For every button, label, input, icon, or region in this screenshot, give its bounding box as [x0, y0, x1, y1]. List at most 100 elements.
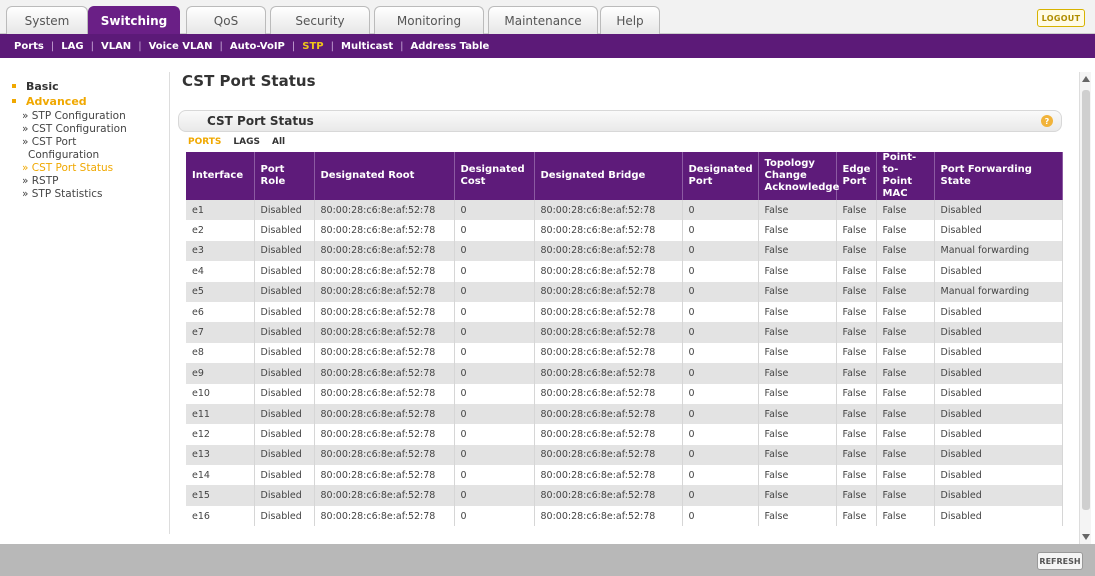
nav-basic[interactable]: Basic — [8, 80, 169, 93]
table-cell: e1 — [186, 200, 255, 221]
nav-cst-configuration[interactable]: » CST Configuration — [8, 123, 169, 136]
table-cell: False — [758, 220, 837, 241]
subnav-ports[interactable]: Ports — [14, 41, 44, 52]
subnav-lag[interactable]: LAG — [61, 41, 83, 52]
table-cell: Disabled — [254, 465, 315, 486]
table-row[interactable]: e1 Disabled 80:00:28:c6:8e:af:52:78 0 80:00:… — [186, 200, 1063, 221]
table-cell: 80:00:28:c6:8e:af:52:78 — [534, 200, 683, 221]
table-row[interactable]: e9 Disabled 80:00:28:c6:8e:af:52:78 0 80:00:… — [186, 363, 1063, 384]
table-cell: 80:00:28:c6:8e:af:52:78 — [314, 240, 455, 262]
tab-security[interactable]: Security — [270, 6, 370, 34]
scrollbar-thumb[interactable] — [1082, 90, 1090, 510]
table-row[interactable]: e16 Disabled 80:00:28:c6:8e:af:52:78 0 80:00… — [186, 505, 1063, 527]
table-cell: 0 — [682, 505, 759, 527]
table-cell: Disabled — [934, 363, 1063, 384]
table-cell: Disabled — [254, 424, 315, 445]
table-cell: Disabled — [934, 403, 1063, 425]
table-cell: Disabled — [934, 301, 1063, 323]
table-cell: False — [836, 281, 877, 302]
table-row[interactable]: e3 Disabled 80:00:28:c6:8e:af:52:78 0 80:00:… — [186, 240, 1063, 262]
subnav-separator: | — [90, 40, 94, 52]
table-row[interactable]: e5 Disabled 80:00:28:c6:8e:af:52:78 0 80:00:… — [186, 281, 1063, 302]
subnav-separator: | — [219, 40, 223, 52]
table-cell: 0 — [682, 200, 759, 221]
nav-rstp[interactable]: » RSTP — [8, 175, 169, 188]
table-row[interactable]: e10 Disabled 80:00:28:c6:8e:af:52:78 0 80:00… — [186, 383, 1063, 404]
table-cell: 0 — [454, 485, 535, 506]
table-cell: 80:00:28:c6:8e:af:52:78 — [314, 281, 455, 302]
table-row[interactable]: e11 Disabled 80:00:28:c6:8e:af:52:78 0 80:00… — [186, 403, 1063, 425]
table-cell: False — [836, 465, 877, 486]
filter-lags[interactable]: LAGS — [233, 137, 260, 147]
table-cell: Disabled — [934, 200, 1063, 221]
table-row[interactable]: e15 Disabled 80:00:28:c6:8e:af:52:78 0 80:00… — [186, 485, 1063, 506]
table-cell: False — [876, 505, 935, 527]
table-cell: Disabled — [254, 383, 315, 404]
vertical-scrollbar[interactable] — [1079, 72, 1091, 544]
table-cell: 80:00:28:c6:8e:af:52:78 — [534, 485, 683, 506]
tab-maintenance[interactable]: Maintenance — [488, 6, 598, 34]
table-cell: False — [836, 424, 877, 445]
table-row[interactable]: e2 Disabled 80:00:28:c6:8e:af:52:78 0 80:00:… — [186, 220, 1063, 241]
column-header: Designated Root — [314, 152, 455, 200]
table-row[interactable]: e8 Disabled 80:00:28:c6:8e:af:52:78 0 80:00:… — [186, 342, 1063, 364]
table-cell: 0 — [682, 383, 759, 404]
section-header: CST Port Status ? — [178, 110, 1062, 132]
table-row[interactable]: e14 Disabled 80:00:28:c6:8e:af:52:78 0 80:00… — [186, 465, 1063, 486]
table-row[interactable]: e7 Disabled 80:00:28:c6:8e:af:52:78 0 80:00:… — [186, 322, 1063, 343]
nav-advanced[interactable]: Advanced — [8, 95, 169, 108]
table-cell: 80:00:28:c6:8e:af:52:78 — [534, 363, 683, 384]
table-cell: False — [836, 403, 877, 425]
help-icon[interactable]: ? — [1041, 115, 1053, 127]
tab-system[interactable]: System — [6, 6, 88, 34]
nav-cst-port-status[interactable]: » CST Port Status — [8, 162, 169, 175]
table-row[interactable]: e13 Disabled 80:00:28:c6:8e:af:52:78 0 80:00… — [186, 444, 1063, 466]
tab-qos[interactable]: QoS — [186, 6, 266, 34]
table-cell: Disabled — [254, 240, 315, 262]
table-row[interactable]: e4 Disabled 80:00:28:c6:8e:af:52:78 0 80:00:… — [186, 261, 1063, 282]
scroll-up-arrow-icon[interactable] — [1082, 76, 1090, 82]
scroll-down-arrow-icon[interactable] — [1082, 534, 1090, 540]
subnav-stp[interactable]: STP — [302, 41, 323, 52]
tab-help[interactable]: Help — [600, 6, 660, 34]
nav-stp-statistics[interactable]: » STP Statistics — [8, 188, 169, 201]
table-cell: 0 — [682, 485, 759, 506]
table-cell: Disabled — [934, 383, 1063, 404]
tab-monitoring[interactable]: Monitoring — [374, 6, 484, 34]
subnav-address-table[interactable]: Address Table — [411, 41, 490, 52]
table-body: e1 Disabled 80:00:28:c6:8e:af:52:78 0 80:00:… — [186, 200, 1063, 527]
subnav-separator: | — [291, 40, 296, 52]
table-cell: False — [876, 261, 935, 282]
filter-all[interactable]: All — [272, 137, 285, 147]
nav-stp-configuration[interactable]: » STP Configuration — [8, 110, 169, 123]
nav-cst-port-configuration[interactable]: » CST Port — [8, 136, 169, 149]
subnav-auto-voip[interactable]: Auto-VoIP — [230, 41, 285, 52]
table-cell: False — [758, 301, 837, 323]
table-cell: 80:00:28:c6:8e:af:52:78 — [534, 424, 683, 445]
cst-port-status-table: Interface Port Role Designated Root Designa… — [186, 152, 1063, 527]
subnav-separator: | — [400, 40, 404, 52]
table-cell: 0 — [682, 465, 759, 486]
subnav-vlan[interactable]: VLAN — [101, 41, 131, 52]
table-cell: False — [836, 342, 877, 364]
table-cell: 80:00:28:c6:8e:af:52:78 — [314, 505, 455, 527]
table-cell: False — [758, 240, 837, 262]
nav-cst-port-configuration-cont[interactable]: Configuration — [8, 149, 169, 162]
table-cell: False — [836, 485, 877, 506]
tab-switching[interactable]: Switching — [88, 6, 180, 34]
table-cell: 80:00:28:c6:8e:af:52:78 — [314, 383, 455, 404]
subnav-multicast[interactable]: Multicast — [341, 41, 393, 52]
table-cell: 80:00:28:c6:8e:af:52:78 — [534, 465, 683, 486]
filter-ports[interactable]: PORTS — [188, 137, 221, 147]
logout-button[interactable]: LOGOUT — [1037, 9, 1085, 27]
refresh-button[interactable]: REFRESH — [1037, 552, 1083, 570]
subnav-voice-vlan[interactable]: Voice VLAN — [149, 41, 213, 52]
table-cell: 80:00:28:c6:8e:af:52:78 — [534, 322, 683, 343]
table-row[interactable]: e6 Disabled 80:00:28:c6:8e:af:52:78 0 80:00:… — [186, 301, 1063, 323]
table-cell: False — [836, 301, 877, 323]
table-row[interactable]: e12 Disabled 80:00:28:c6:8e:af:52:78 0 80:00… — [186, 424, 1063, 445]
table-cell: 0 — [454, 505, 535, 527]
table-cell: False — [836, 444, 877, 466]
table-cell: False — [836, 322, 877, 343]
table-cell: 0 — [682, 261, 759, 282]
